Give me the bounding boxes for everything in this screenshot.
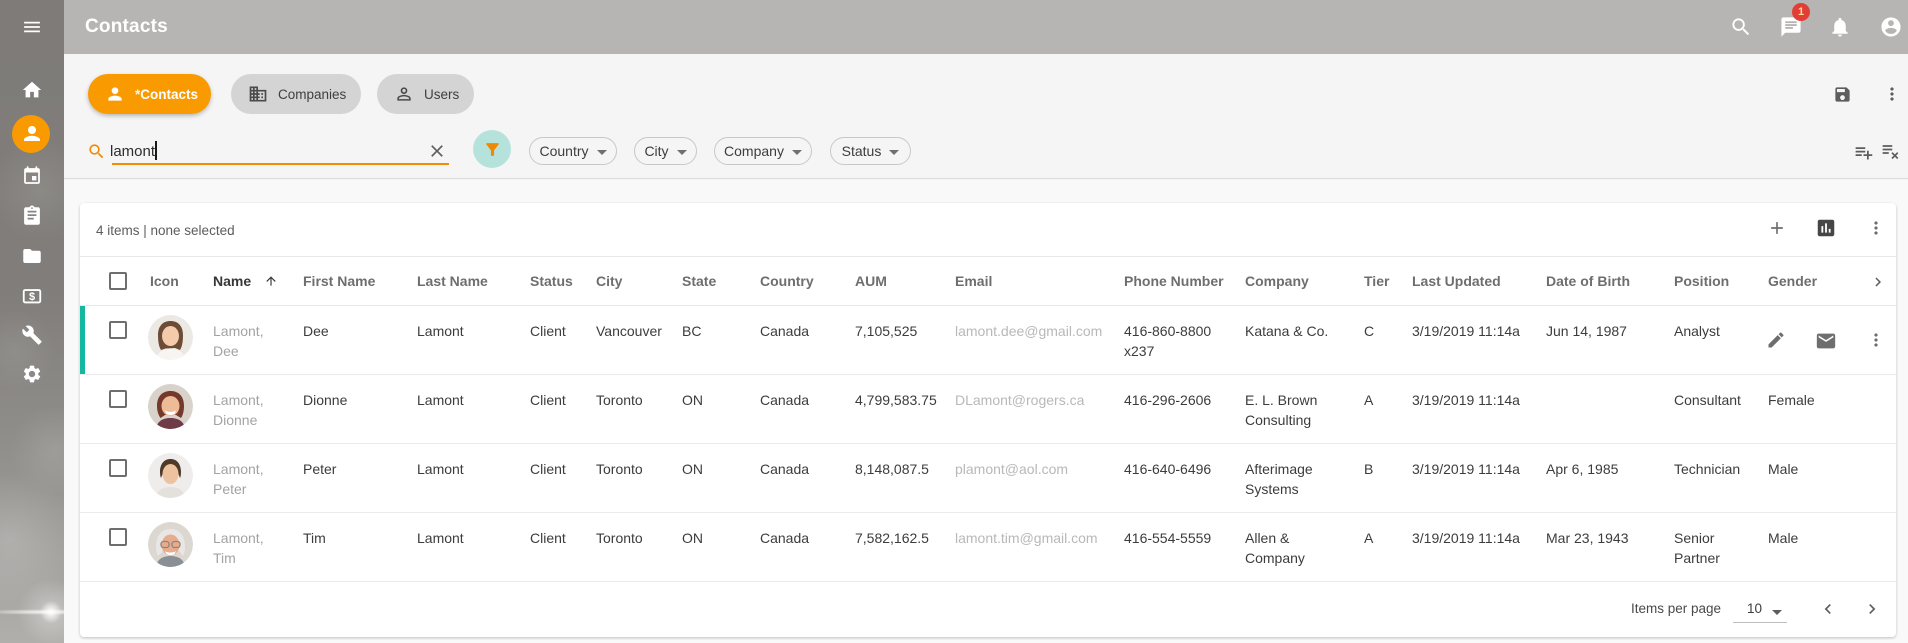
svg-text:$: $ — [29, 291, 35, 303]
